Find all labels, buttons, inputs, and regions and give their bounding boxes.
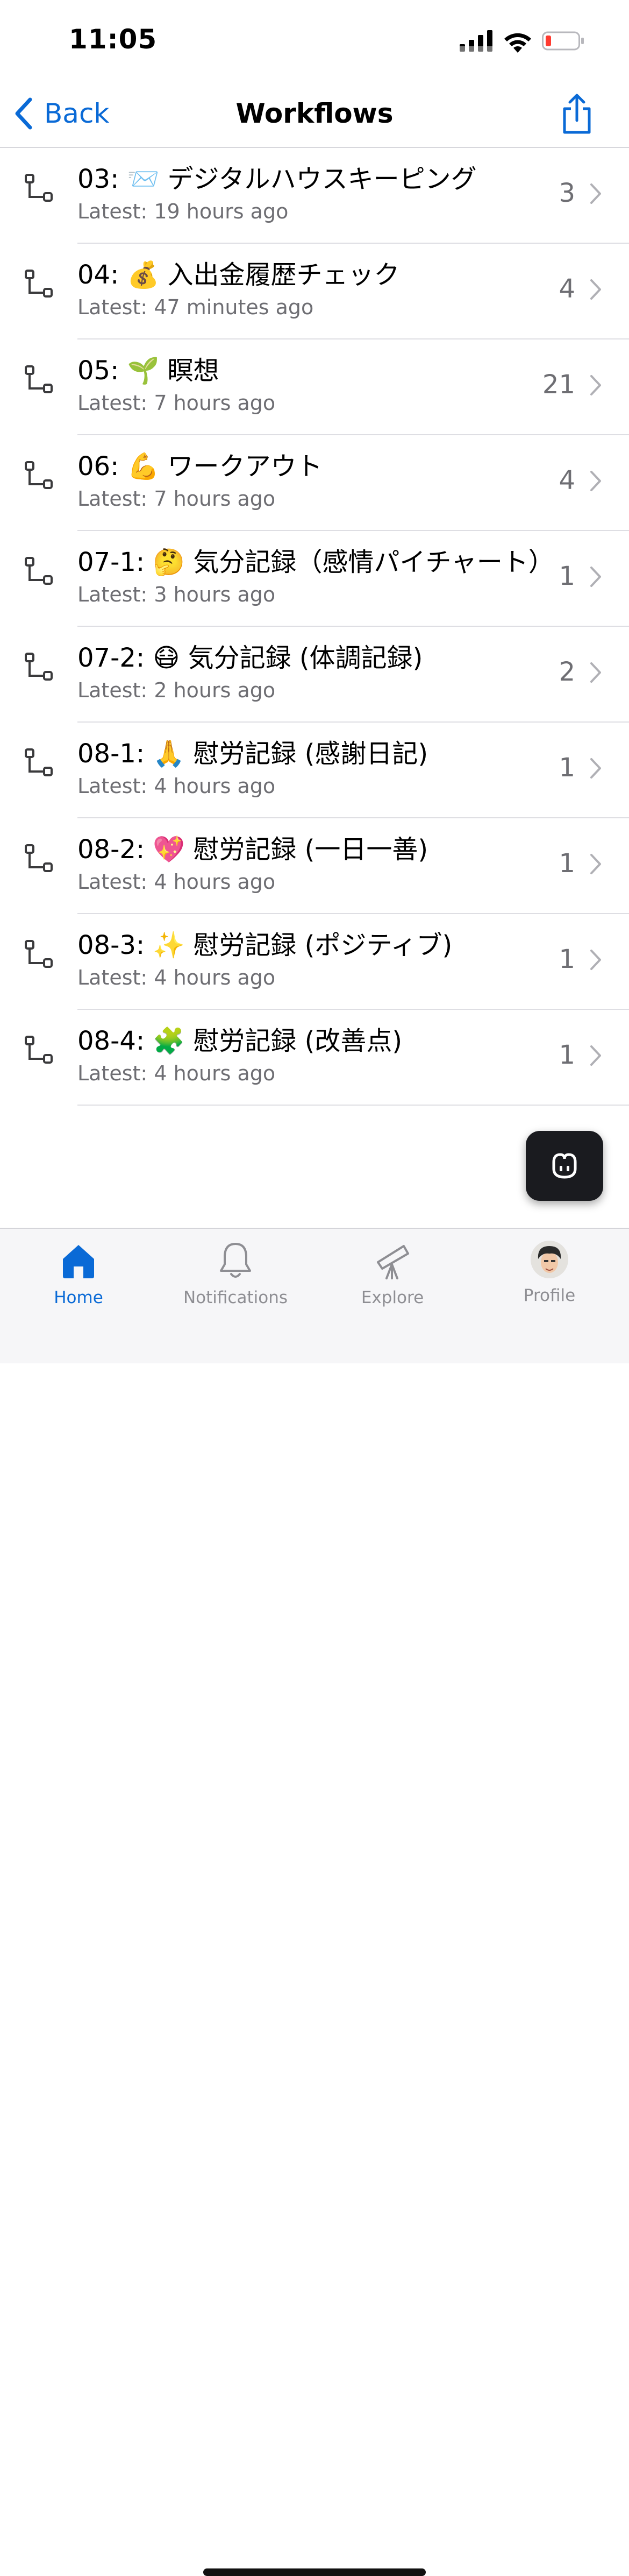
chevron-right-icon — [590, 758, 601, 779]
home-indicator — [203, 2568, 426, 2576]
tab-explore[interactable]: Explore — [314, 1241, 471, 1321]
workflow-icon — [25, 270, 53, 298]
chevron-right-icon — [590, 1045, 601, 1066]
workflow-run-count: 21 — [542, 370, 575, 400]
workflow-title: 07-2: 😷 気分記録 (体調記録) — [77, 643, 423, 673]
battery-icon — [542, 31, 584, 51]
workflow-latest: Latest: 19 hours ago — [77, 200, 289, 223]
workflow-run-count: 4 — [559, 274, 575, 304]
tab-bar: Home Notifications Explore Profile — [0, 1228, 629, 2576]
workflow-title: 03: 📨 デジタルハウスキーピング — [77, 164, 477, 194]
workflow-title: 08-4: 🧩 慰労記録 (改善点) — [77, 1026, 403, 1056]
cellular-signal-icon — [460, 30, 492, 52]
workflow-run-count: 1 — [559, 561, 575, 591]
workflow-icon — [25, 653, 53, 681]
navigation-bar: Back Workflows — [0, 81, 629, 148]
copilot-button[interactable] — [526, 1131, 603, 1201]
workflow-row[interactable]: 04: 💰 入出金履歴チェック Latest: 47 minutes ago 4 — [0, 244, 629, 339]
workflow-row[interactable]: 08-2: 💖 慰労記録 (一日一善) Latest: 4 hours ago … — [0, 818, 629, 914]
tab-notifications[interactable]: Notifications — [157, 1241, 314, 1321]
workflow-row[interactable]: 08-4: 🧩 慰労記録 (改善点) Latest: 4 hours ago 1 — [0, 1010, 629, 1106]
status-bar: 11:05 — [0, 0, 629, 81]
tab-label: Explore — [361, 1288, 424, 1307]
workflow-title: 05: 🌱 瞑想 — [77, 356, 219, 386]
tab-label: Home — [54, 1288, 103, 1307]
tab-label: Profile — [523, 1286, 576, 1305]
workflow-latest: Latest: 4 hours ago — [77, 870, 276, 894]
workflow-title: 06: 💪 ワークアウト — [77, 451, 323, 482]
workflow-latest: Latest: 7 hours ago — [77, 487, 276, 511]
chevron-right-icon — [590, 567, 601, 587]
workflow-row[interactable]: 07-1: 🤔 気分記録（感情パイチャート） Latest: 3 hours a… — [0, 531, 629, 627]
workflow-run-count: 1 — [559, 944, 575, 974]
chevron-right-icon — [590, 854, 601, 874]
workflow-title: 07-1: 🤔 気分記録（感情パイチャート） — [77, 547, 554, 577]
workflow-title: 08-1: 🙏 慰労記録 (感謝日記) — [77, 739, 428, 769]
workflow-icon — [25, 1036, 53, 1064]
workflow-run-count: 3 — [559, 178, 575, 208]
workflow-row[interactable]: 09: 💭 振り返り Latest: 5 hours ago — [0, 1106, 629, 1120]
workflow-latest: Latest: 4 hours ago — [77, 966, 276, 989]
workflow-title: 08-2: 💖 慰労記録 (一日一善) — [77, 834, 428, 865]
home-icon — [63, 1245, 94, 1278]
tab-home[interactable]: Home — [0, 1241, 157, 1321]
workflow-run-count: 1 — [559, 848, 575, 879]
workflow-run-count: 2 — [559, 657, 575, 687]
chevron-right-icon — [590, 471, 601, 491]
workflow-latest: Latest: 7 hours ago — [77, 391, 276, 415]
workflow-row[interactable]: 07-2: 😷 気分記録 (体調記録) Latest: 2 hours ago … — [0, 627, 629, 723]
workflow-row[interactable]: 03: 📨 デジタルハウスキーピング Latest: 19 hours ago … — [0, 148, 629, 244]
chevron-right-icon — [590, 950, 601, 970]
page-title: Workflows — [235, 98, 394, 129]
telescope-icon — [377, 1245, 409, 1279]
copilot-icon — [552, 1153, 577, 1179]
workflow-icon — [25, 461, 53, 489]
workflow-icon — [25, 748, 53, 776]
workflow-latest: Latest: 4 hours ago — [77, 774, 276, 798]
bell-icon — [220, 1243, 251, 1278]
workflow-row[interactable]: 05: 🌱 瞑想 Latest: 7 hours ago 21 — [0, 339, 629, 435]
workflow-latest: Latest: 4 hours ago — [77, 1061, 276, 1085]
workflow-run-count: 1 — [559, 1040, 575, 1070]
tab-label: Notifications — [183, 1288, 288, 1307]
workflow-row[interactable]: 08-3: ✨ 慰労記録 (ポジティブ) Latest: 4 hours ago… — [0, 914, 629, 1010]
workflow-list: 03: 📨 デジタルハウスキーピング Latest: 19 hours ago … — [0, 148, 629, 1120]
share-icon[interactable] — [560, 93, 594, 136]
workflow-title: 04: 💰 入出金履歴チェック — [77, 260, 400, 290]
chevron-right-icon — [590, 279, 601, 300]
avatar — [531, 1241, 568, 1278]
workflow-row[interactable]: 06: 💪 ワークアウト Latest: 7 hours ago 4 — [0, 435, 629, 531]
workflow-latest: Latest: 2 hours ago — [77, 678, 276, 702]
workflow-run-count: 4 — [559, 465, 575, 496]
workflow-title: 08-3: ✨ 慰労記録 (ポジティブ) — [77, 930, 453, 960]
workflow-run-count: 1 — [559, 753, 575, 783]
workflow-row[interactable]: 08-1: 🙏 慰労記録 (感謝日記) Latest: 4 hours ago … — [0, 723, 629, 818]
status-time: 11:05 — [69, 24, 158, 55]
tab-profile[interactable]: Profile — [471, 1241, 628, 1321]
workflow-latest: Latest: 3 hours ago — [77, 583, 276, 606]
workflow-icon — [25, 174, 53, 202]
workflow-icon — [25, 844, 53, 872]
chevron-right-icon — [590, 662, 601, 683]
workflow-latest: Latest: 47 minutes ago — [77, 295, 314, 319]
workflow-icon — [25, 365, 53, 393]
workflow-icon — [25, 557, 53, 585]
chevron-right-icon — [590, 375, 601, 395]
chevron-right-icon — [590, 183, 601, 204]
workflow-icon — [25, 940, 53, 968]
wifi-icon — [504, 33, 531, 53]
